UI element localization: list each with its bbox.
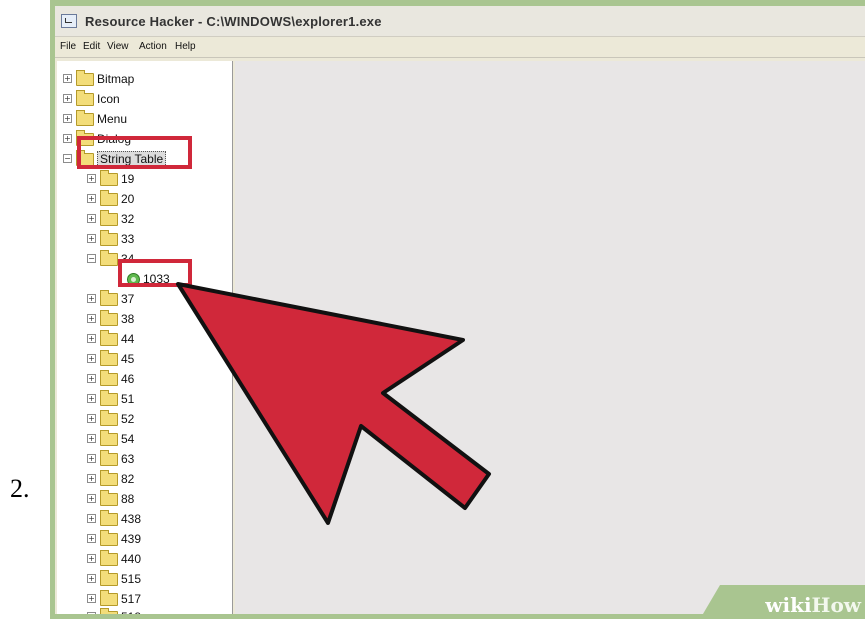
watermark-badge: wikiHow [700,585,865,619]
pointer-arrow-icon [176,282,491,525]
watermark-logo: wikiHow [765,593,861,617]
